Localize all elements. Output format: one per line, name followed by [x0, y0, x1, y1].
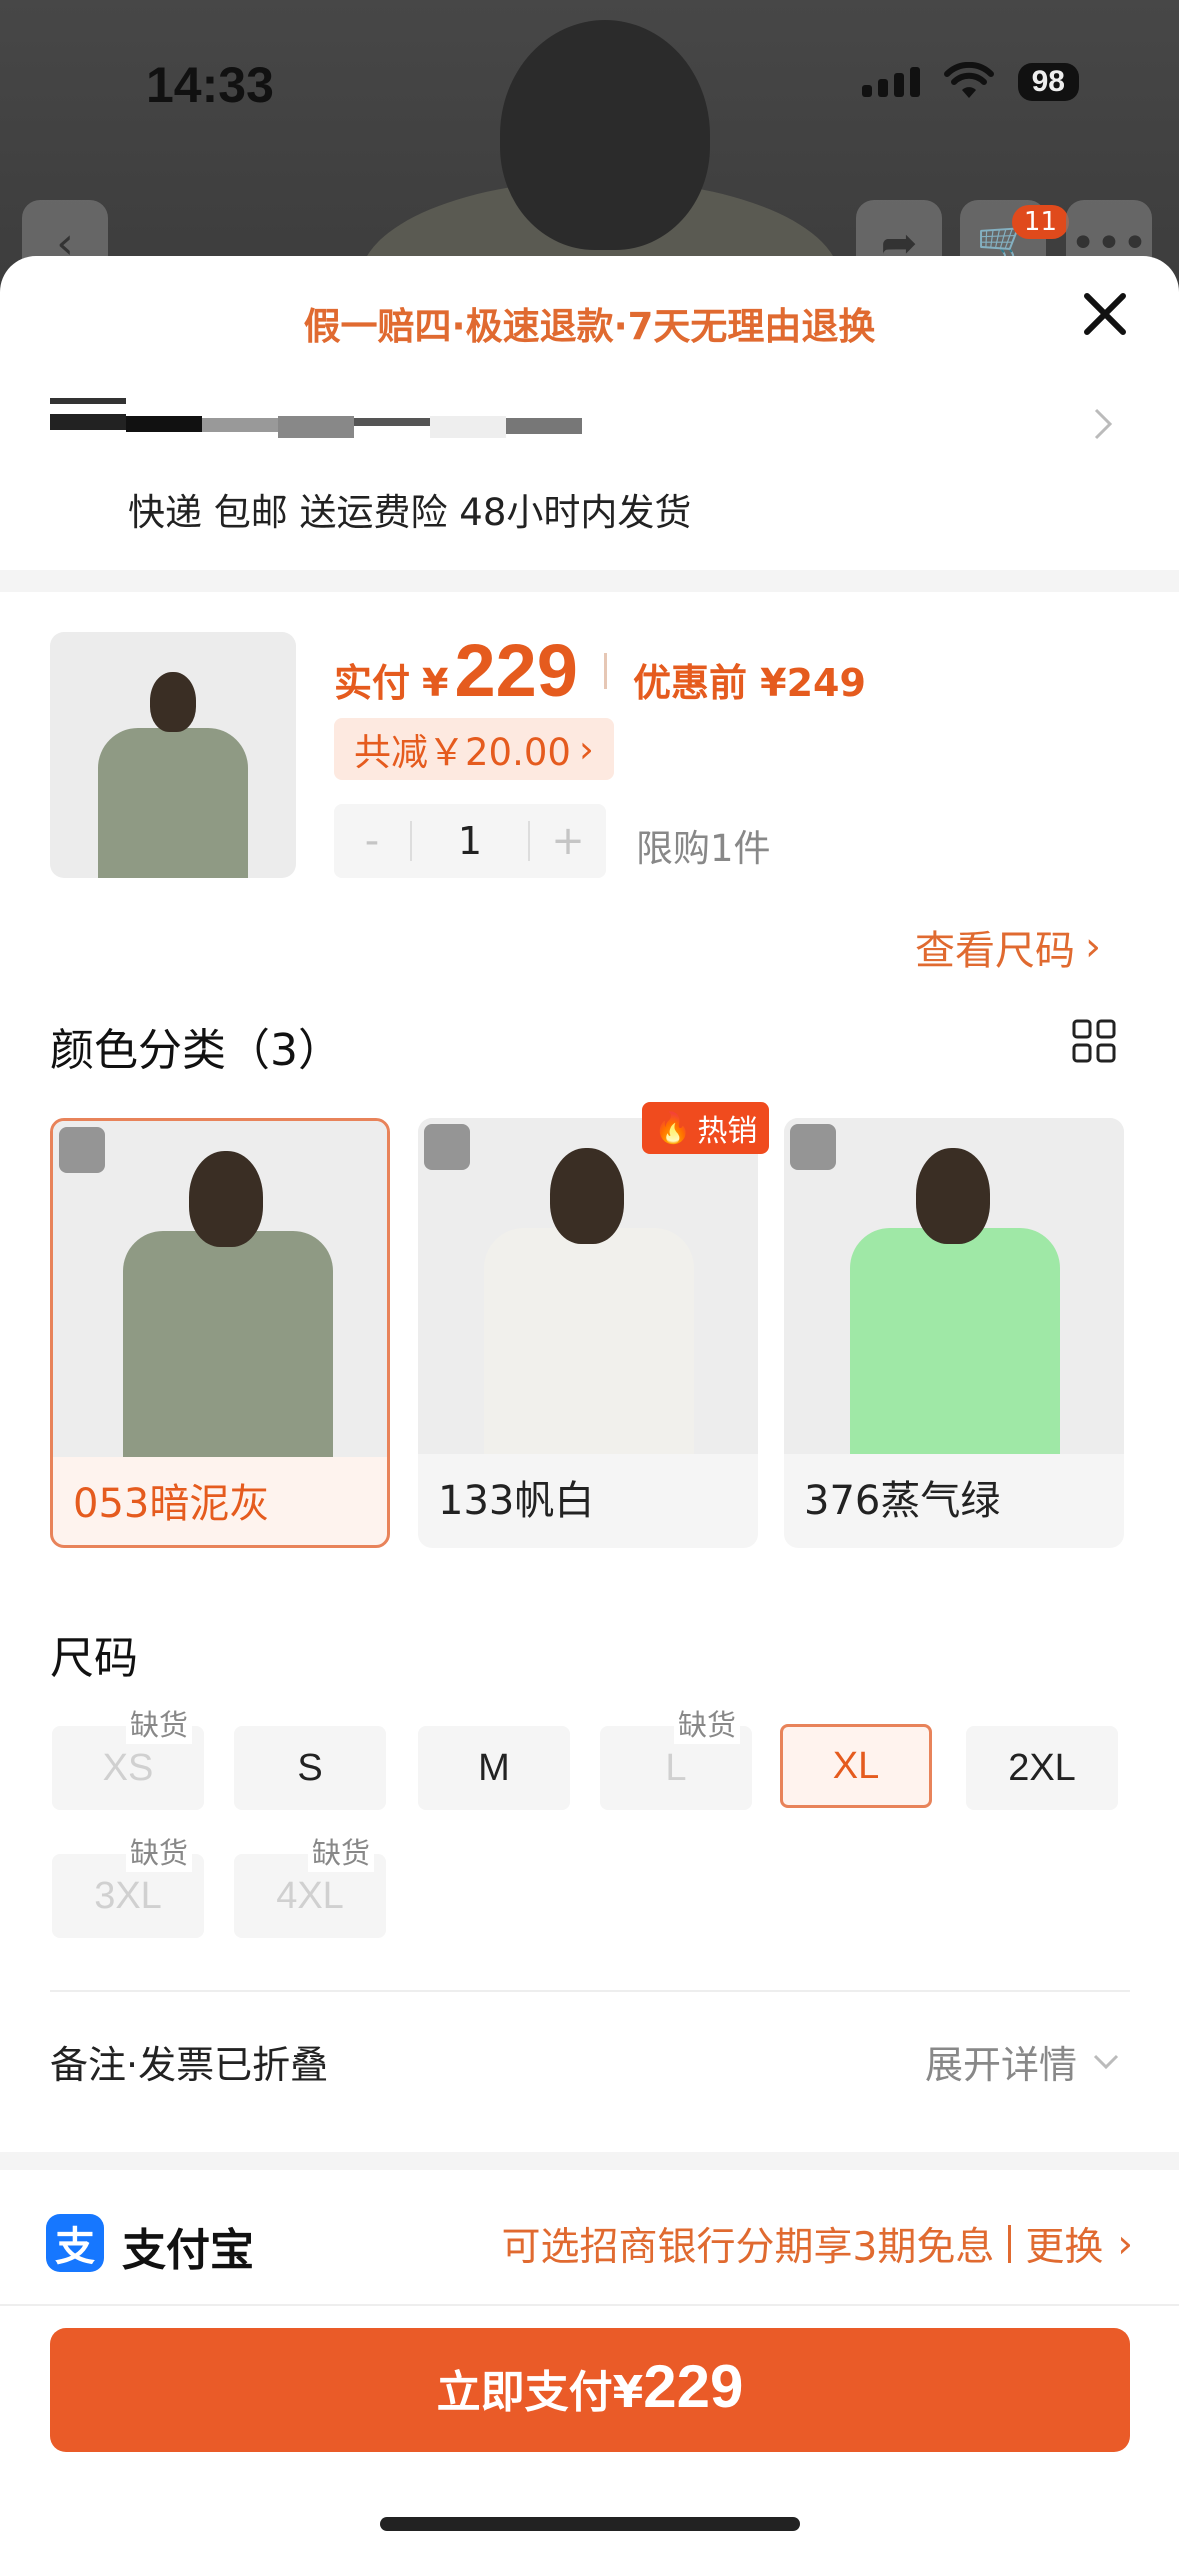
size-section-title: 尺码 [50, 1633, 138, 1684]
section-divider [0, 570, 1179, 592]
price-value: 229 [454, 629, 578, 712]
quantity-value[interactable]: 1 [412, 819, 528, 863]
chevron-right-icon [1094, 408, 1113, 440]
change-payment-link[interactable]: 更换 [1025, 2216, 1103, 2272]
hot-sale-badge: 🔥 热销 [642, 1102, 770, 1154]
discount-text: 共减￥20.00 [354, 731, 571, 774]
color-swatch-shirt [850, 1228, 1060, 1454]
color-option-label: 376蒸气绿 [804, 1478, 1001, 1524]
color-option-label: 133帆白 [438, 1478, 595, 1524]
size-chart-link[interactable]: 查看尺码 › [915, 918, 1101, 976]
notes-invoice-label: 备注·发票已折叠 [50, 2043, 329, 2087]
cart-count-badge: 11 [1011, 205, 1069, 239]
address-row[interactable] [50, 394, 1130, 454]
size-option-s[interactable]: S [234, 1726, 386, 1810]
decrement-button[interactable]: - [334, 818, 410, 864]
original-price: 优惠前 ¥249 [632, 661, 866, 705]
pay-amount: 229 [643, 2353, 744, 2420]
pay-now-label: 立即支付 [436, 2367, 613, 2418]
product-thumbnail[interactable] [50, 632, 296, 878]
status-icons: 98 [861, 62, 1079, 102]
expand-details-button[interactable]: 展开详情 [925, 2034, 1121, 2089]
flame-icon: 🔥 [654, 1110, 692, 1146]
purchase-limit: 限购1件 [636, 827, 771, 870]
size-option-m[interactable]: M [418, 1726, 570, 1810]
color-section-title: 颜色分类（3） [50, 1025, 342, 1076]
chevron-right-icon: › [578, 727, 594, 771]
size-chart-label: 查看尺码 [915, 928, 1075, 974]
color-option-label: 053暗泥灰 [73, 1481, 270, 1527]
wifi-icon [943, 62, 994, 98]
background-model-head [500, 20, 710, 250]
size-option-2xl[interactable]: 2XL [966, 1726, 1118, 1810]
chevron-right-icon: › [1085, 924, 1101, 970]
color-option-3[interactable]: 376蒸气绿 [784, 1118, 1124, 1548]
color-swatch-shirt [123, 1231, 333, 1457]
expand-icon[interactable] [424, 1124, 470, 1170]
section-divider [0, 2152, 1179, 2170]
pay-currency: ¥ [612, 2367, 644, 2418]
alipay-icon: 支 [46, 2214, 104, 2272]
price-currency: ¥ [422, 661, 449, 705]
size-option-xl[interactable]: XL [780, 1724, 932, 1808]
close-icon[interactable] [1075, 284, 1135, 344]
payment-method-name: 支付宝 [122, 2225, 254, 2276]
chevron-down-icon [1093, 2054, 1119, 2069]
price-separator [603, 652, 607, 689]
pay-now-button[interactable]: 立即支付 ¥ 229 [50, 2328, 1130, 2452]
quantity-stepper: - 1 + [334, 804, 606, 878]
color-photo [784, 1118, 1124, 1454]
out-of-stock-tag: 缺货 [126, 1702, 193, 1744]
expand-icon[interactable] [59, 1127, 105, 1173]
guarantee-banner: 假一赔四·极速退款·7天无理由退换 [303, 305, 876, 348]
increment-button[interactable]: + [530, 818, 606, 864]
battery-indicator: 98 [1017, 63, 1079, 101]
color-photo [418, 1118, 758, 1454]
signal-icon [861, 67, 920, 97]
status-time: 14:33 [146, 57, 274, 113]
divider [50, 1990, 1130, 1992]
color-option-2[interactable]: 133帆白 [418, 1118, 758, 1548]
price-row: 实付 ¥ 229 优惠前 ¥249 [334, 628, 866, 713]
color-photo [53, 1121, 387, 1457]
price-label: 实付 [334, 661, 411, 705]
address-redacted [50, 394, 610, 454]
expand-icon[interactable] [790, 1124, 836, 1170]
out-of-stock-tag: 缺货 [674, 1702, 741, 1744]
color-swatch-shirt [484, 1228, 694, 1454]
checkout-sheet: 假一赔四·极速退款·7天无理由退换 快递 包邮 送运费险 48小时内发货 实付 … [0, 256, 1179, 2556]
shipping-info: 快递 包邮 送运费险 48小时内发货 [128, 491, 692, 534]
payment-method-row[interactable]: 支 支付宝 可选招商银行分期享3期免息 更换 › [0, 2170, 1179, 2306]
chevron-right-icon: › [1117, 2221, 1133, 2267]
grid-view-icon[interactable] [1071, 1018, 1117, 1064]
installment-offer[interactable]: 可选招商银行分期享3期免息 更换 › [502, 2216, 1133, 2272]
out-of-stock-tag: 缺货 [308, 1830, 375, 1872]
color-option-1[interactable]: 053暗泥灰 [50, 1118, 390, 1548]
out-of-stock-tag: 缺货 [126, 1830, 193, 1872]
home-indicator [380, 2517, 800, 2531]
discount-badge[interactable]: 共减￥20.00 › [334, 718, 614, 780]
